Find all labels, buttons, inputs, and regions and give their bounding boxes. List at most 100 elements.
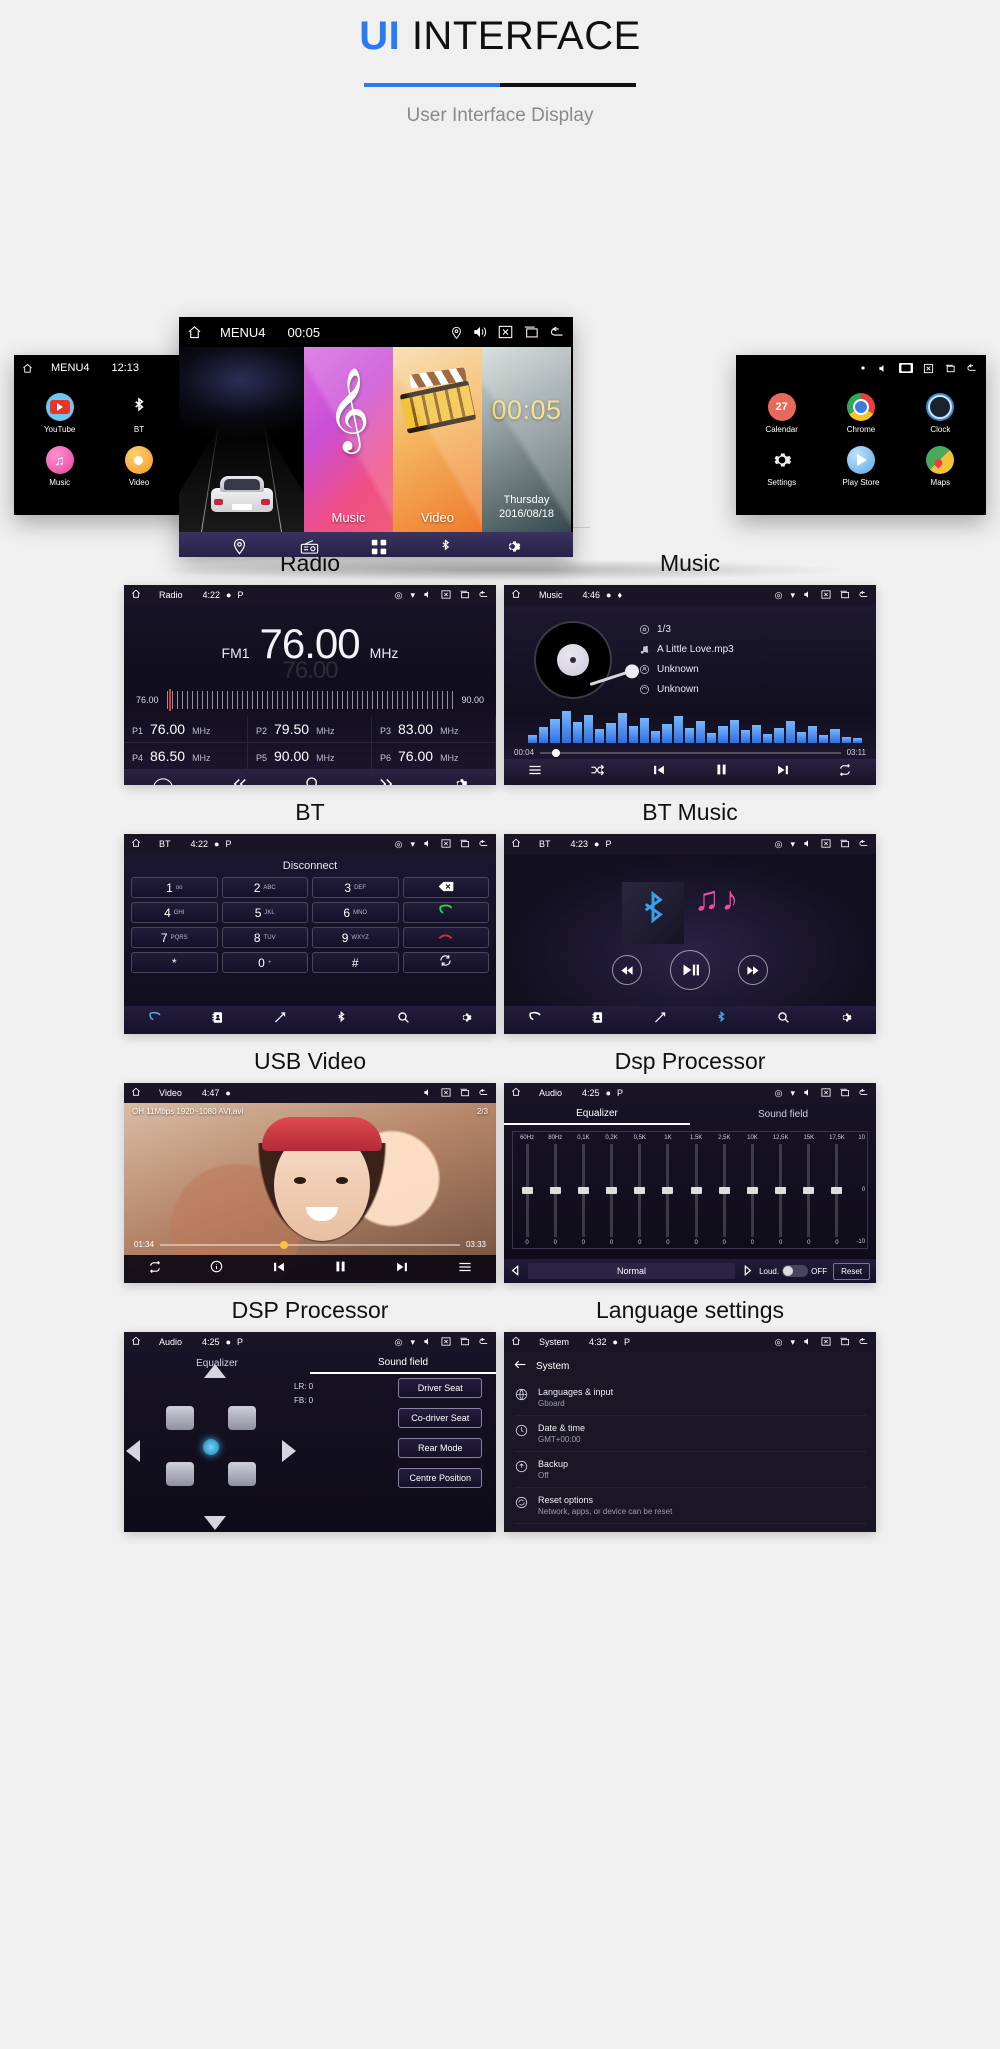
sync-key[interactable]	[402, 952, 489, 973]
bt-screen[interactable]: BT 4:22 ● P ◎ ▾ Disconnect 1 oo 2 ABC 3 …	[124, 834, 496, 1034]
eq-band[interactable]: 60Hz 0	[513, 1132, 541, 1248]
close-icon[interactable]	[441, 1087, 451, 1099]
eq-knob[interactable]	[803, 1186, 815, 1194]
previous-button[interactable]	[652, 763, 666, 781]
eq-knob[interactable]	[549, 1186, 561, 1194]
eq-band[interactable]: 0,1K 0	[569, 1132, 597, 1248]
volume-icon[interactable]	[423, 1088, 433, 1099]
eq-knob[interactable]	[690, 1186, 702, 1194]
hangup-key[interactable]	[402, 927, 489, 948]
key-3[interactable]: 3 DEF	[312, 877, 399, 898]
gallery-icon[interactable]	[899, 363, 913, 373]
bluetooth-icon[interactable]	[439, 538, 452, 556]
arrow-up-icon[interactable]	[204, 1364, 226, 1378]
apps-grid-icon[interactable]	[371, 539, 387, 555]
prev-button[interactable]	[231, 777, 249, 785]
previous-button[interactable]	[612, 955, 642, 985]
tile-video[interactable]: Video	[393, 347, 482, 532]
video-body[interactable]: OH 11Mbps 1920~1080 AVI.avi 2/3 01:34 03…	[124, 1103, 496, 1283]
app-chrome[interactable]: Chrome	[821, 393, 900, 434]
eq-band[interactable]: 17,5K 0	[823, 1132, 851, 1248]
call-key[interactable]	[402, 902, 489, 923]
app-bt[interactable]: BT	[99, 393, 178, 434]
home-icon[interactable]	[187, 325, 202, 340]
repeat-button[interactable]	[838, 763, 852, 781]
language-settings-screen[interactable]: System 4:32 ● P ◎ ▾ System Languages & i…	[504, 1332, 876, 1532]
recents-icon[interactable]	[944, 363, 956, 374]
close-icon[interactable]	[821, 838, 831, 850]
contacts-icon[interactable]	[591, 1011, 604, 1029]
eq-slider[interactable]	[831, 1144, 843, 1237]
arrow-right-icon[interactable]	[282, 1440, 296, 1462]
band-button[interactable]	[152, 776, 174, 785]
close-icon[interactable]	[923, 363, 934, 374]
eq-band[interactable]: 0,5K 0	[626, 1132, 654, 1248]
bt-music-icon[interactable]	[715, 1010, 728, 1030]
key-9[interactable]: 9 WXYZ	[312, 927, 399, 948]
music-screen[interactable]: Music 4:46 ● ♦ ◎ ▾ 1/3 A Little Love.mp3…	[504, 585, 876, 785]
eq-slider[interactable]	[521, 1144, 533, 1237]
repeat-button[interactable]	[148, 1260, 162, 1278]
loudness-toggle[interactable]: Loud. OFF	[759, 1265, 827, 1277]
preset-item[interactable]: P6 76.00 MHz	[372, 743, 496, 770]
eq-mode-value[interactable]: Normal	[528, 1263, 736, 1279]
back-arrow-icon[interactable]	[514, 1359, 526, 1373]
seat-front-right[interactable]	[228, 1406, 256, 1430]
eq-knob[interactable]	[662, 1186, 674, 1194]
eq-knob[interactable]	[577, 1186, 589, 1194]
usb-video-screen[interactable]: Video 4:47 ● OH 11Mbps 1920~1080 AVI.avi…	[124, 1083, 496, 1283]
eq-slider[interactable]	[718, 1144, 730, 1237]
next-button[interactable]	[738, 955, 768, 985]
tile-music[interactable]: 𝄞 Music	[304, 347, 393, 532]
tile-clock[interactable]: 00:05 Thursday 2016/08/18	[482, 347, 571, 532]
shuffle-button[interactable]	[590, 763, 605, 781]
eq-slider[interactable]	[662, 1144, 674, 1237]
close-icon[interactable]	[821, 1087, 831, 1099]
progress-row[interactable]: 00:04 03:11	[514, 748, 866, 757]
eq-slider[interactable]	[803, 1144, 815, 1237]
eq-band[interactable]: 10K 0	[738, 1132, 766, 1248]
tuner-needle[interactable]	[168, 689, 171, 711]
hero-right-screen[interactable]: 27 Calendar Chrome Clock Settings Play St…	[736, 355, 986, 515]
transfer-icon[interactable]	[653, 1011, 667, 1029]
volume-icon[interactable]	[803, 1337, 813, 1348]
transfer-icon[interactable]	[273, 1011, 287, 1029]
app-maps[interactable]: Maps	[901, 446, 980, 487]
key-4[interactable]: 4 GHI	[131, 902, 218, 923]
eq-knob[interactable]	[521, 1186, 533, 1194]
recents-icon[interactable]	[839, 1088, 850, 1099]
eq-band[interactable]: 1K 0	[654, 1132, 682, 1248]
video-progress-row[interactable]: 01:34 03:33	[134, 1240, 486, 1249]
radio-screen[interactable]: Radio 4:22 ● P ◎ ▾ FM1 76.00 MHz 76.00 7…	[124, 585, 496, 785]
back-icon[interactable]	[966, 363, 978, 374]
progress-handle[interactable]	[552, 748, 561, 757]
search-icon[interactable]	[397, 1011, 410, 1029]
app-music[interactable]: ♫ Music	[20, 446, 99, 487]
navigation-icon[interactable]	[231, 538, 248, 555]
previous-button[interactable]	[272, 1260, 286, 1278]
preset-item[interactable]: P1 76.00 MHz	[124, 716, 248, 743]
close-icon[interactable]	[441, 838, 451, 850]
eq-band[interactable]: 2,5K 0	[710, 1132, 738, 1248]
dialer-icon[interactable]	[528, 1011, 542, 1029]
eq-knob[interactable]	[775, 1186, 787, 1194]
dsp-soundfield-screen[interactable]: Audio 4:25 ● P ◎ ▾ Equalizer Sound field…	[124, 1332, 496, 1532]
eq-slider[interactable]	[606, 1144, 618, 1237]
recents-icon[interactable]	[839, 590, 850, 601]
app-clock[interactable]: Clock	[901, 393, 980, 434]
app-play-store[interactable]: Play Store	[821, 446, 900, 487]
pause-button[interactable]	[715, 763, 728, 781]
back-icon[interactable]	[549, 325, 565, 339]
arrow-left-icon[interactable]	[126, 1440, 140, 1462]
volume-icon[interactable]	[803, 839, 813, 850]
settings-button[interactable]	[452, 776, 468, 785]
settings-icon[interactable]	[504, 538, 521, 555]
close-icon[interactable]	[498, 325, 513, 339]
eq-slider[interactable]	[746, 1144, 758, 1237]
back-icon[interactable]	[858, 590, 869, 601]
tab-sound-field[interactable]: Sound field	[310, 1352, 496, 1374]
eq-slider[interactable]	[549, 1144, 561, 1237]
recents-icon[interactable]	[459, 839, 470, 850]
eq-knob[interactable]	[746, 1186, 758, 1194]
tuner-ruler[interactable]	[166, 689, 454, 711]
